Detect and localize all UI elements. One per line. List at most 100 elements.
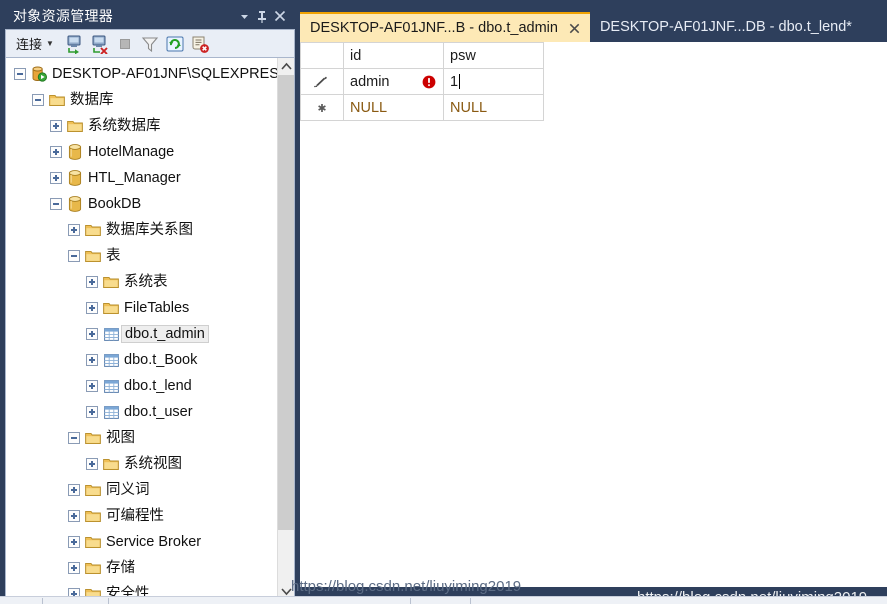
tree-node[interactable]: 系统表 <box>6 269 277 295</box>
expand-icon[interactable] <box>86 406 98 418</box>
cell-psw-row2-text: NULL <box>450 99 488 116</box>
collapse-icon[interactable] <box>14 68 26 80</box>
expand-icon[interactable] <box>86 276 98 288</box>
tree-node[interactable]: 系统视图 <box>6 451 277 477</box>
tree-node-label: HTL_Manager <box>88 170 181 186</box>
document-tab[interactable]: DESKTOP-AF01JNF...B - dbo.t_admin <box>300 12 590 42</box>
tree-node[interactable]: HotelManage <box>6 139 277 165</box>
tree-node-label: BookDB <box>88 196 142 212</box>
tree-node[interactable]: HTL_Manager <box>6 165 277 191</box>
tree-node[interactable]: dbo.t_lend <box>6 373 277 399</box>
expand-icon[interactable] <box>68 562 80 574</box>
collapse-icon[interactable] <box>68 250 80 262</box>
table-row[interactable]: NULL NULL <box>300 94 544 121</box>
tree-node[interactable]: 同义词 <box>6 477 277 503</box>
document-area: DESKTOP-AF01JNF...B - dbo.t_admin DESKTOP… <box>300 0 887 604</box>
tree-node-label: 系统数据库 <box>88 118 161 134</box>
expand-icon[interactable] <box>50 172 62 184</box>
expand-icon[interactable] <box>68 484 80 496</box>
expand-icon[interactable] <box>50 146 62 158</box>
dropdown-icon[interactable] <box>235 6 253 26</box>
bottom-toolbar-strip <box>0 596 887 604</box>
pin-icon[interactable] <box>253 6 271 26</box>
tree-vertical-scrollbar[interactable] <box>277 58 294 600</box>
folder-icon <box>102 456 120 472</box>
table-icon <box>102 352 120 368</box>
tab-close-icon[interactable] <box>568 21 582 35</box>
expand-icon[interactable] <box>68 224 80 236</box>
cell-psw-row2[interactable]: NULL <box>443 94 544 121</box>
edit-pencil-icon <box>307 70 337 94</box>
document-tab-label: DESKTOP-AF01JNF...B - dbo.t_admin <box>310 20 558 36</box>
scrollbar-track[interactable] <box>278 75 294 583</box>
row-indicator-new[interactable] <box>300 94 344 121</box>
data-editor-grid[interactable]: id psw admin 1 NULL NULL <box>300 42 544 121</box>
collapse-icon[interactable] <box>32 94 44 106</box>
tree-node-label: 系统视图 <box>124 456 182 472</box>
row-indicator-edit[interactable] <box>300 68 344 95</box>
tree-node[interactable]: dbo.t_user <box>6 399 277 425</box>
tree-node[interactable]: 数据库关系图 <box>6 217 277 243</box>
cell-id-row2[interactable]: NULL <box>343 94 444 121</box>
connect-server-icon[interactable] <box>63 32 87 56</box>
folder-icon <box>66 118 84 134</box>
new-row-asterisk-icon <box>307 96 337 120</box>
document-tabstrip: DESKTOP-AF01JNF...B - dbo.t_admin DESKTOP… <box>300 8 887 42</box>
cell-id-row1[interactable]: admin <box>343 68 444 95</box>
tree-node[interactable]: dbo.t_admin <box>6 321 277 347</box>
strip-tick <box>42 598 43 604</box>
close-icon[interactable] <box>271 6 289 26</box>
tree-node[interactable]: 可编程性 <box>6 503 277 529</box>
database-icon <box>66 144 84 160</box>
object-explorer-panel: 对象资源管理器 连接 ▼ DESKTOP-AF01JNF\SQLEXPRES 数… <box>5 3 295 601</box>
expand-icon[interactable] <box>86 380 98 392</box>
cell-id-row1-text: admin <box>350 73 390 90</box>
connect-button[interactable]: 连接 ▼ <box>10 32 58 55</box>
document-tab[interactable]: DESKTOP-AF01JNF...DB - dbo.t_lend* <box>590 12 860 42</box>
expand-icon[interactable] <box>86 354 98 366</box>
expand-icon[interactable] <box>68 536 80 548</box>
expand-icon[interactable] <box>86 302 98 314</box>
column-header-psw[interactable]: psw <box>443 42 544 69</box>
object-explorer-tree-container: DESKTOP-AF01JNF\SQLEXPRES 数据库系统数据库 HotelMa… <box>5 57 295 601</box>
expand-icon[interactable] <box>50 120 62 132</box>
collapse-icon[interactable] <box>50 198 62 210</box>
stop-icon[interactable] <box>113 32 137 56</box>
expand-icon[interactable] <box>86 328 98 340</box>
folder-icon <box>84 430 102 446</box>
error-icon[interactable] <box>422 75 436 89</box>
scroll-up-icon[interactable] <box>278 58 294 75</box>
expand-icon[interactable] <box>86 458 98 470</box>
expand-icon[interactable] <box>68 510 80 522</box>
tree-node[interactable]: 数据库 <box>6 87 277 113</box>
tree-node[interactable]: dbo.t_Book <box>6 347 277 373</box>
disconnect-server-icon[interactable] <box>88 32 112 56</box>
object-explorer-tree[interactable]: DESKTOP-AF01JNF\SQLEXPRES 数据库系统数据库 HotelMa… <box>6 58 277 600</box>
refresh-icon[interactable] <box>163 32 187 56</box>
folder-icon <box>84 508 102 524</box>
table-icon <box>102 326 120 342</box>
tree-node[interactable]: 表 <box>6 243 277 269</box>
tree-node-label: dbo.t_lend <box>124 378 192 394</box>
tree-node[interactable]: FileTables <box>6 295 277 321</box>
tree-node[interactable]: Service Broker <box>6 529 277 555</box>
tree-node[interactable]: 存储 <box>6 555 277 581</box>
table-row[interactable]: admin 1 <box>300 68 544 95</box>
scrollbar-thumb[interactable] <box>278 75 294 530</box>
folder-icon <box>84 534 102 550</box>
object-explorer-title: 对象资源管理器 <box>13 8 114 24</box>
tree-node-label: 数据库 <box>70 92 114 108</box>
tree-node[interactable]: DESKTOP-AF01JNF\SQLEXPRES <box>6 61 277 87</box>
tree-node[interactable]: 视图 <box>6 425 277 451</box>
collapse-icon[interactable] <box>68 432 80 444</box>
tree-node[interactable]: 系统数据库 <box>6 113 277 139</box>
report-error-icon[interactable] <box>188 32 212 56</box>
cell-psw-row1[interactable]: 1 <box>443 68 544 95</box>
column-header-id[interactable]: id <box>343 42 444 69</box>
filter-icon[interactable] <box>138 32 162 56</box>
grid-corner-header[interactable] <box>300 42 344 69</box>
tree-node-label: 表 <box>106 248 121 264</box>
folder-icon <box>48 92 66 108</box>
tree-node[interactable]: BookDB <box>6 191 277 217</box>
database-icon <box>66 170 84 186</box>
